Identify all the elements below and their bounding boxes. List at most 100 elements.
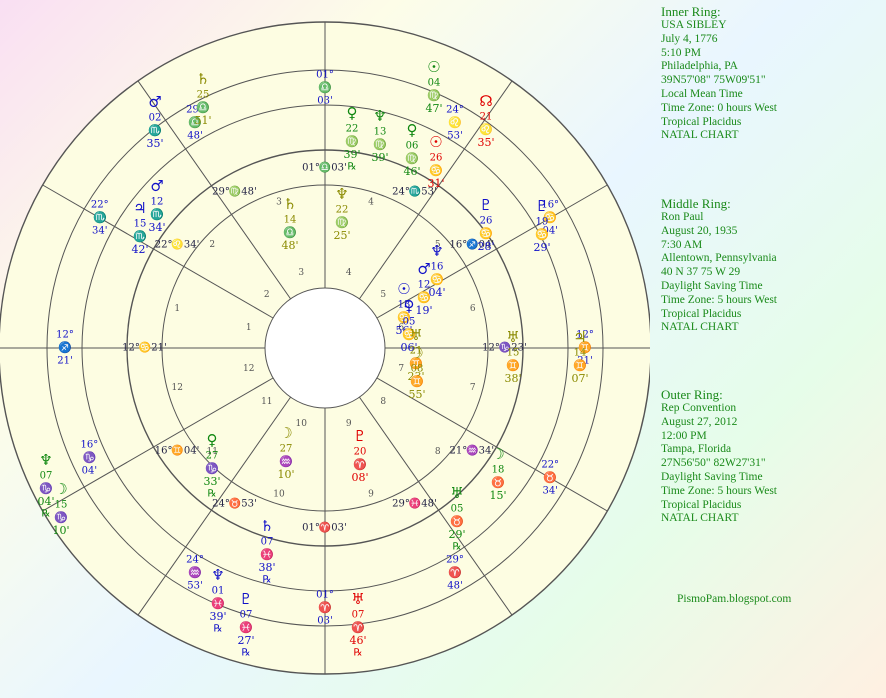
planet-degree: 07	[40, 471, 53, 482]
planet-glyph-icon: ☽	[54, 480, 67, 498]
planet-degree: 13	[374, 127, 387, 138]
retrograde-icon: ℞	[263, 575, 272, 586]
planet-glyph-icon: ♅	[450, 484, 463, 502]
inner-cusp-degree: 29°	[392, 498, 410, 509]
planet-glyph-icon: ♆	[335, 185, 348, 203]
house-number: 5	[380, 290, 386, 300]
outer-ring-line: Tropical Placidus	[661, 498, 742, 511]
planet-minute: 08'	[351, 471, 368, 484]
planet-sign: ♋	[535, 228, 549, 241]
planet-glyph-icon: ♃	[133, 199, 146, 217]
planet-sign: ♊	[573, 359, 587, 372]
planet-glyph-icon: ♅	[409, 326, 422, 344]
outer-cusp-degree: 12°	[56, 330, 74, 341]
planet-glyph-icon: ♀	[404, 297, 415, 315]
planet-sign: ♉	[491, 476, 505, 489]
planet-degree: 07	[261, 537, 274, 548]
planet-sign: ♋	[430, 273, 444, 286]
planet-minute: 42'	[131, 243, 148, 256]
planet-degree: 19	[536, 217, 549, 228]
planet-minute: 25'	[333, 229, 350, 242]
planet-minute: 07'	[571, 372, 588, 385]
inner-cusp-degree: 21°	[450, 446, 468, 457]
inner-cusp-sign: ♒	[466, 444, 478, 457]
middle-ring-line: Allentown, Pennsylvania	[661, 252, 777, 265]
retrograde-icon: ℞	[242, 648, 251, 659]
planet-degree: 25	[197, 90, 210, 101]
inner-ring-line: 39N57'08" 75W09'51"	[661, 74, 766, 87]
planet-minute: 10'	[52, 524, 69, 537]
planet-sign: ♊	[410, 375, 424, 388]
planet-glyph-icon: ♃	[573, 328, 586, 346]
outer-cusp-sign: ♈	[448, 566, 462, 579]
planet-glyph-icon: ☉	[397, 280, 410, 298]
inner-cusp-sign: ♊	[171, 444, 183, 457]
inner-cusp-sign: ♈	[319, 521, 331, 534]
planet-label: ♃ 15♏42'	[131, 199, 148, 256]
middle-ring-line: Ron Paul	[661, 211, 704, 223]
planet-label: ♄ 25♎51'	[194, 70, 211, 127]
outer-cusp-minute: 48'	[187, 130, 202, 141]
house-number: 2	[264, 290, 270, 300]
outer-cusp-sign: ♐	[58, 341, 72, 354]
inner-cusp-minute: 03'	[331, 163, 346, 174]
inner-cusp-minute: 53'	[241, 498, 256, 509]
planet-sign: ♊	[506, 359, 520, 372]
planet-sign: ♍	[427, 89, 441, 102]
planet-sign: ♑	[205, 462, 219, 475]
planet-sign: ♍	[405, 152, 419, 165]
planet-label: ♃ 14♊07'	[571, 328, 588, 385]
planet-label: ♆ 22♍25'	[333, 185, 350, 242]
planet-glyph-icon: ♀	[407, 121, 418, 139]
outer-cusp-degree: 22°	[541, 460, 559, 471]
inner-cusp-degree: 12°	[122, 343, 140, 354]
outer-cusp-degree: 24°	[186, 555, 204, 566]
outer-ring-title: Outer Ring:	[661, 387, 723, 402]
planet-sign: ♌	[479, 123, 493, 136]
inner-cusp-minute: 48'	[241, 187, 256, 198]
planet-glyph-icon: ☽	[491, 445, 504, 463]
inner-ring-line: 5:10 PM	[661, 46, 701, 59]
inner-cusp-sign: ♋	[139, 341, 151, 354]
planet-glyph-icon: ☽	[410, 344, 423, 362]
planet-glyph-icon: ♂	[417, 260, 430, 278]
middle-ring-line: 7:30 AM	[661, 238, 703, 251]
inner-ring-line: Philadelphia, PA	[661, 60, 738, 73]
planet-degree: 22	[336, 205, 349, 216]
outer-cusp-sign: ♈	[318, 601, 332, 614]
inner-cusp-degree: 16°	[450, 239, 468, 250]
house-number-outer: 6	[470, 304, 476, 314]
planet-minute: 48'	[281, 239, 298, 252]
planet-minute: 47'	[425, 102, 442, 115]
planet-degree: 06	[406, 141, 419, 152]
planet-sign: ♓	[260, 548, 274, 561]
planet-sign: ♑	[54, 511, 68, 524]
planet-minute: 55'	[408, 388, 425, 401]
house-number: 7	[398, 364, 404, 374]
planet-label: ☽ 18♉15'	[489, 445, 506, 502]
planet-sign: ♒	[279, 455, 293, 468]
planet-label: ♇ 26♋28'	[477, 196, 494, 253]
planet-glyph-icon: ♅	[351, 590, 364, 608]
planet-degree: 08	[411, 364, 424, 375]
planet-glyph-icon: ☊	[479, 92, 492, 110]
planet-glyph-icon: ♂	[150, 177, 163, 195]
middle-ring-line: Time Zone: 5 hours West	[661, 293, 777, 306]
outer-cusp-degree: 01°	[316, 70, 334, 81]
middle-ring-info: Middle Ring: Ron Paul August 20, 1935 7:…	[661, 196, 881, 335]
planet-minute: 29'	[448, 528, 465, 541]
inner-ring-line: USA SIBLEY	[661, 19, 727, 31]
planet-sign: ♍	[373, 138, 387, 151]
planet-degree: 26	[430, 153, 443, 164]
middle-ring-line: August 20, 1935	[661, 224, 738, 237]
retrograde-icon: ℞	[214, 624, 223, 635]
inner-ring-line: Tropical Placidus	[661, 115, 742, 128]
outer-ring-line: Rep Convention	[661, 402, 737, 414]
inner-ring-line: July 4, 1776	[661, 32, 718, 45]
planet-sign: ♏	[150, 208, 164, 221]
planet-degree: 22	[346, 124, 359, 135]
house-number-outer: 10	[273, 489, 285, 499]
inner-cusp-minute: 21'	[151, 343, 166, 354]
planet-glyph-icon: ♇	[353, 427, 366, 445]
planet-minute: 34'	[148, 221, 165, 234]
